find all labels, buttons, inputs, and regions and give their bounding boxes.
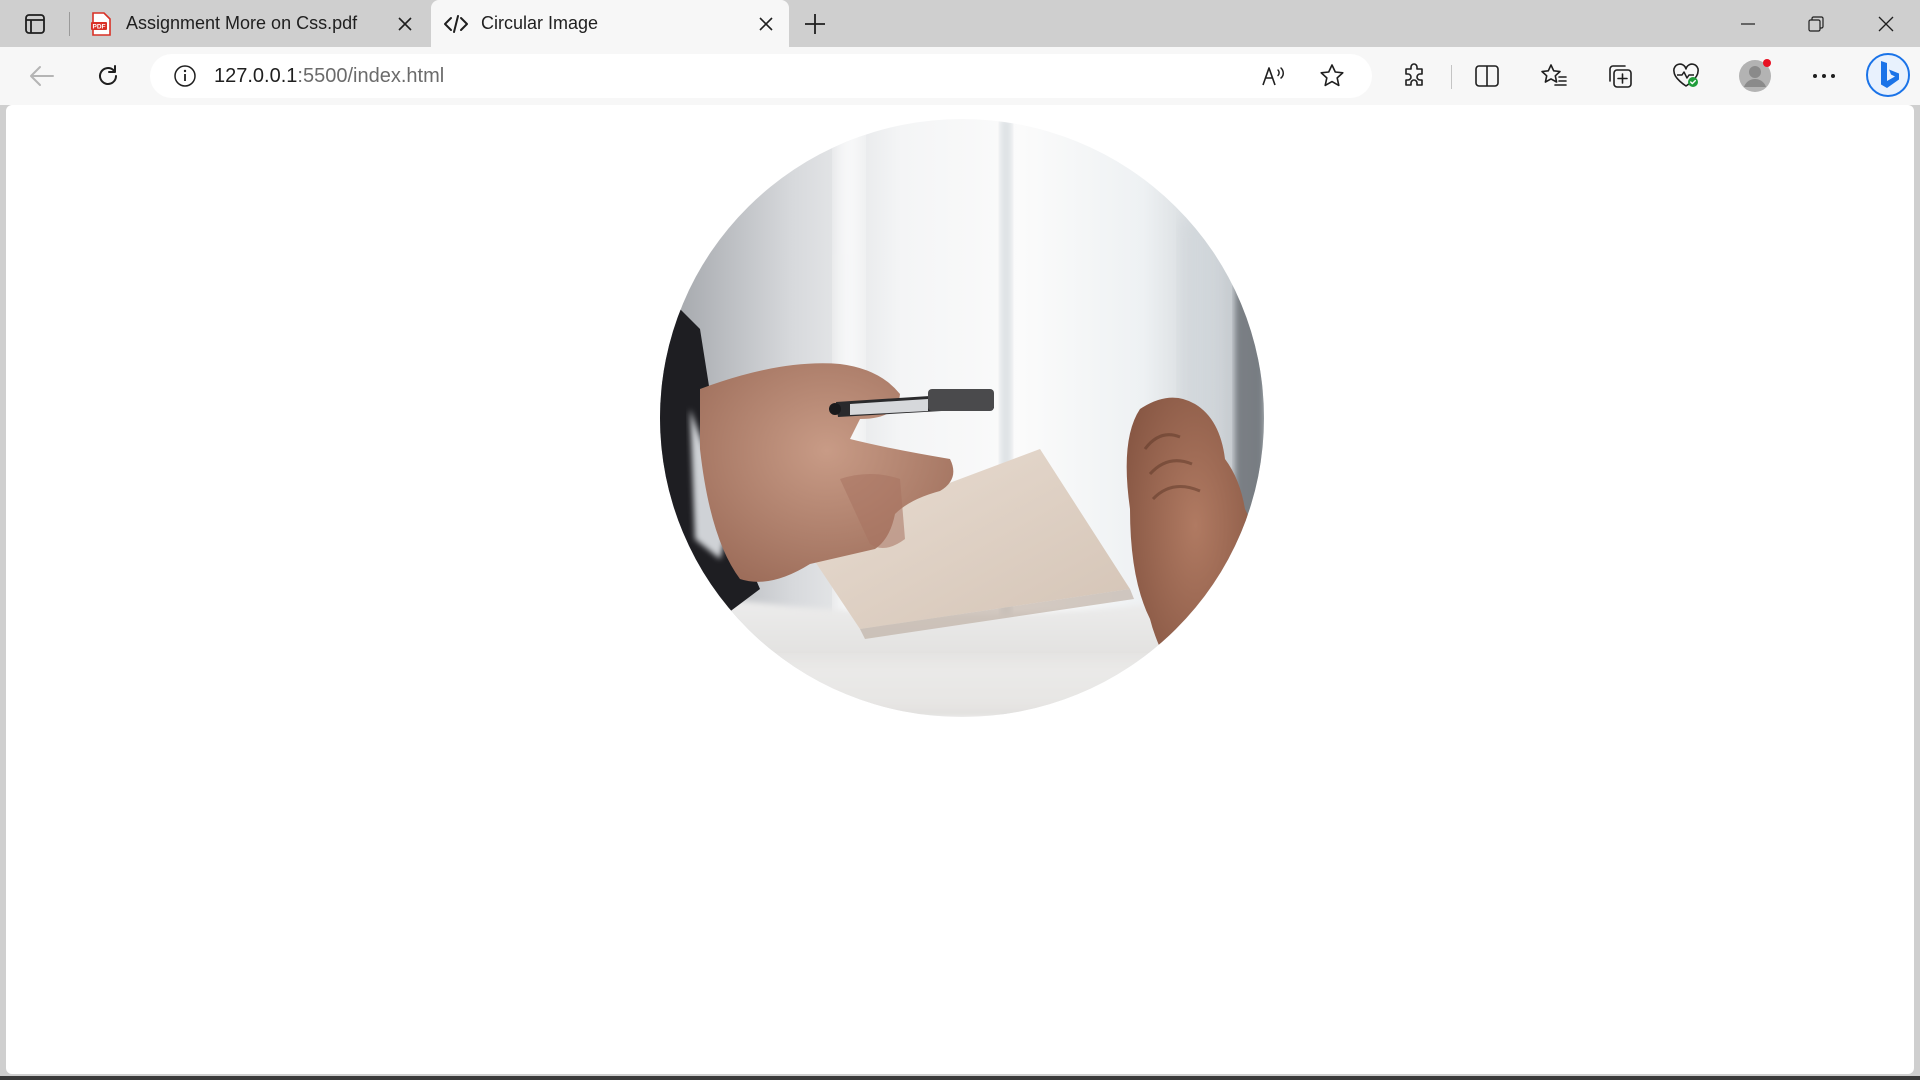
toolbar-divider: [1451, 65, 1452, 89]
more-options-button[interactable]: [1804, 56, 1844, 96]
split-screen-button[interactable]: [1467, 56, 1507, 96]
plus-icon: [804, 13, 826, 35]
extensions-icon: [1402, 63, 1428, 89]
tab-title: Circular Image: [481, 13, 599, 33]
close-icon[interactable]: [390, 9, 420, 39]
split-screen-icon: [1474, 64, 1500, 88]
back-button[interactable]: [22, 56, 62, 96]
close-icon[interactable]: [751, 9, 781, 39]
add-favorite-button[interactable]: [1312, 56, 1352, 96]
favorite-star-icon: [1319, 63, 1345, 89]
collections-icon: [1607, 63, 1633, 89]
pdf-icon: PDF: [88, 11, 114, 37]
bing-copilot-button[interactable]: [1864, 51, 1912, 99]
favorites-button[interactable]: [1534, 56, 1574, 96]
more-options-icon: [1812, 73, 1836, 79]
minimize-button[interactable]: [1714, 0, 1782, 47]
collections-button[interactable]: [1600, 56, 1640, 96]
page-viewport: [6, 105, 1914, 1074]
browser-essentials-icon: [1672, 63, 1700, 89]
tab-separator: [69, 12, 70, 36]
browser-essentials-button[interactable]: [1666, 56, 1706, 96]
extensions-button[interactable]: [1395, 56, 1435, 96]
tab-circular-image[interactable]: Circular Image: [431, 0, 789, 47]
refresh-icon: [96, 64, 120, 88]
navigation-toolbar: 127.0.0.1:5500/index.html: [0, 47, 1920, 105]
code-icon: [443, 11, 469, 37]
refresh-button[interactable]: [88, 56, 128, 96]
favorites-list-icon: [1540, 63, 1568, 89]
close-window-icon: [1878, 16, 1894, 32]
site-info-icon[interactable]: [172, 63, 198, 89]
url-text[interactable]: 127.0.0.1:5500/index.html: [214, 65, 444, 88]
close-window-button[interactable]: [1852, 0, 1920, 47]
new-tab-button[interactable]: [797, 7, 833, 41]
tab-actions-icon: [24, 13, 46, 35]
svg-text:PDF: PDF: [93, 23, 106, 30]
window-bottom-edge: [0, 1076, 1920, 1080]
profile-avatar-icon: [1737, 58, 1773, 94]
address-bar[interactable]: 127.0.0.1:5500/index.html: [150, 54, 1372, 98]
read-aloud-button[interactable]: [1254, 56, 1294, 96]
url-host: 127.0.0.1: [214, 64, 298, 87]
minimize-icon: [1741, 17, 1755, 31]
bing-copilot-icon: [1865, 52, 1911, 98]
read-aloud-icon: [1261, 65, 1287, 87]
profile-button[interactable]: [1735, 56, 1775, 96]
tab-title: Assignment More on Css.pdf: [126, 13, 358, 33]
restore-icon: [1808, 15, 1824, 32]
circular-photo: [660, 119, 1264, 717]
url-path: :5500/index.html: [297, 64, 445, 87]
photo-hand-pen-paper: [660, 119, 1264, 717]
tab-actions-button[interactable]: [17, 10, 53, 38]
tab-assignment-pdf[interactable]: PDF Assignment More on Css.pdf: [76, 0, 428, 47]
tab-strip: PDF Assignment More on Css.pdf Circular …: [0, 0, 1920, 47]
back-arrow-icon: [29, 65, 55, 87]
restore-button[interactable]: [1782, 0, 1850, 47]
